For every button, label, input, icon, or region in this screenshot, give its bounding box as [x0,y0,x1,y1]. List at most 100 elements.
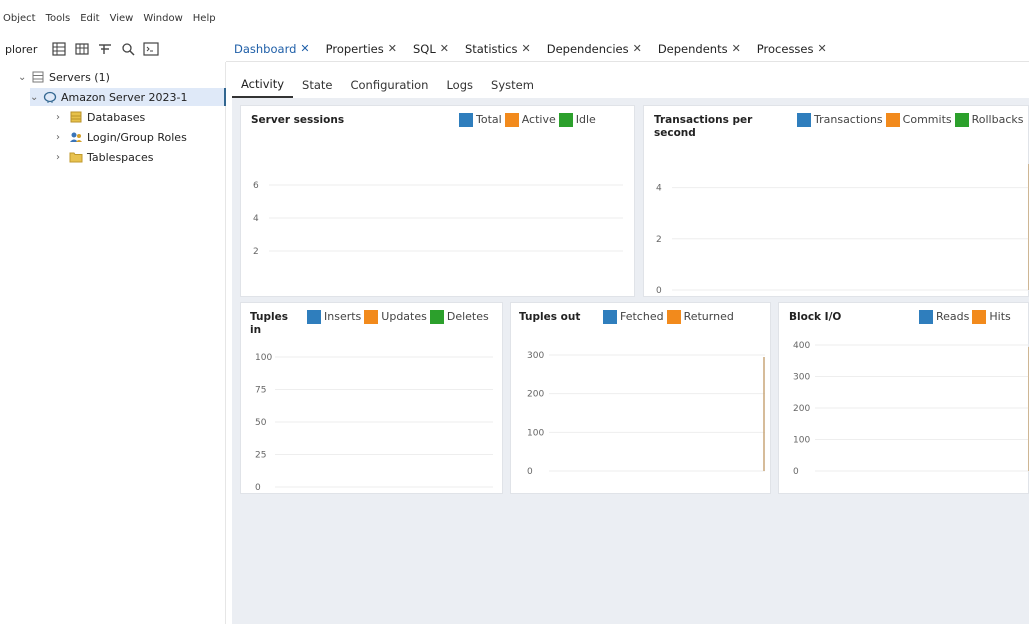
close-icon[interactable]: ✕ [522,42,531,55]
tab-statistics[interactable]: Statistics ✕ [457,36,539,62]
legend-item-fetched[interactable]: Fetched [603,309,664,324]
y-tick-label: 2 [656,235,662,245]
chevron-down-icon[interactable]: ⌄ [30,92,42,103]
database-icon[interactable] [51,41,67,57]
dashboard-subtabs: Activity State Configuration Logs System [232,72,543,98]
legend-label: Idle [575,113,596,126]
y-tick-label: 100 [793,436,810,446]
folder-icon [68,150,84,164]
card-title: Tuples in [250,311,288,337]
y-tick-label: 0 [793,467,799,477]
legend-label: Commits [902,113,952,126]
y-tick-label: 4 [253,214,259,224]
legend-swatch [558,112,573,127]
menu-edit[interactable]: Edit [80,13,99,24]
legend-swatch [972,309,987,324]
chart-plot: 0 25 50 75 100 [255,353,493,493]
card-block-io: Block I/O Reads Hits 0 100 200 300 400 [778,302,1029,494]
chart-server-sessions: 2 4 6 [249,148,629,288]
menu-tools[interactable]: Tools [46,13,71,24]
tab-properties[interactable]: Properties ✕ [318,36,405,62]
legend-swatch [954,112,969,127]
chart-plot: 2 4 6 [253,181,623,257]
close-icon[interactable]: ✕ [440,42,449,55]
menu-object[interactable]: Object [3,13,36,24]
subtab-system[interactable]: System [482,72,543,98]
legend-item-active[interactable]: Active [504,112,556,127]
legend-item-hits[interactable]: Hits [972,309,1011,324]
legend-item-returned[interactable]: Returned [666,309,734,324]
subtab-state[interactable]: State [293,72,341,98]
explorer-toolbar: plorer [0,36,226,62]
chart-legend: Transactions Commits Rollbacks [797,112,1027,127]
y-tick-label: 25 [255,451,266,461]
legend-item-idle[interactable]: Idle [558,112,596,127]
chevron-right-icon[interactable]: › [56,152,68,163]
tab-dependents[interactable]: Dependents ✕ [650,36,749,62]
legend-item-updates[interactable]: Updates [364,309,427,324]
legend-item-rollbacks[interactable]: Rollbacks [954,112,1024,127]
tab-sql[interactable]: SQL ✕ [405,36,457,62]
card-server-sessions: Server sessions Total Active Idle 2 4 6 [240,105,635,297]
menu-help[interactable]: Help [193,13,216,24]
legend-item-deletes[interactable]: Deletes [429,309,489,324]
legend-label: Hits [989,310,1011,323]
close-icon[interactable]: ✕ [300,42,309,55]
card-title: Server sessions [251,114,345,126]
legend-label: Fetched [620,310,664,323]
card-title: Tuples out [519,311,581,323]
legend-item-reads[interactable]: Reads [919,309,969,324]
tab-dependencies[interactable]: Dependencies ✕ [539,36,650,62]
tree-servers[interactable]: ⌄ Servers (1) [18,68,110,86]
close-icon[interactable]: ✕ [818,42,827,55]
legend-swatch [666,309,681,324]
filter-icon[interactable] [97,41,113,57]
tab-statistics-label: Statistics [464,41,518,56]
tab-dashboard[interactable]: Dashboard ✕ [226,36,318,62]
legend-item-inserts[interactable]: Inserts [307,309,361,324]
y-tick-label: 100 [255,353,272,363]
tree-tablespaces-label: Tablespaces [87,150,154,164]
legend-item-total[interactable]: Total [459,112,502,127]
close-icon[interactable]: ✕ [633,42,642,55]
tree-databases[interactable]: › Databases [56,108,145,126]
y-tick-label: 4 [656,184,662,194]
chart-plot: 0 100 200 300 400 [793,341,1029,477]
legend-swatch [797,112,811,127]
y-tick-label: 200 [793,404,810,414]
tab-processes[interactable]: Processes ✕ [749,36,835,62]
menu-view[interactable]: View [110,13,134,24]
legend-label: Transactions [814,113,883,126]
search-icon[interactable] [120,41,136,57]
card-title-line: Tuples [250,311,288,323]
y-tick-label: 0 [255,483,261,493]
subtab-configuration[interactable]: Configuration [341,72,437,98]
chart-plot: 0 2 4 [656,164,1029,296]
table-icon[interactable] [74,41,90,57]
card-title: Block I/O [789,311,842,323]
chart-tuples-in: 0 25 50 75 100 [251,351,497,493]
chevron-right-icon[interactable]: › [56,112,68,123]
chevron-down-icon[interactable]: ⌄ [18,72,30,83]
chart-legend: Reads Hits [919,309,1029,324]
tree-server[interactable]: ⌄ Amazon Server 2023-1 [30,88,226,106]
menu-window[interactable]: Window [143,13,182,24]
legend-item-transactions[interactable]: Transactions [797,112,883,127]
elephant-server-icon [42,90,58,104]
tree-roles[interactable]: › Login/Group Roles [56,128,187,146]
chevron-right-icon[interactable]: › [56,132,68,143]
legend-item-commits[interactable]: Commits [885,112,952,127]
tab-dashboard-label: Dashboard [234,41,297,56]
tree-tablespaces[interactable]: › Tablespaces [56,148,153,166]
terminal-icon[interactable] [143,41,159,57]
subtab-activity[interactable]: Activity [232,72,294,98]
y-tick-label: 2 [253,247,259,257]
y-tick-label: 6 [253,181,259,191]
databases-icon [68,110,84,124]
close-icon[interactable]: ✕ [388,42,397,55]
subtab-logs[interactable]: Logs [437,72,482,98]
legend-label: Reads [936,310,970,323]
close-icon[interactable]: ✕ [732,42,741,55]
legend-label: Returned [683,310,734,323]
y-tick-label: 100 [527,428,544,438]
